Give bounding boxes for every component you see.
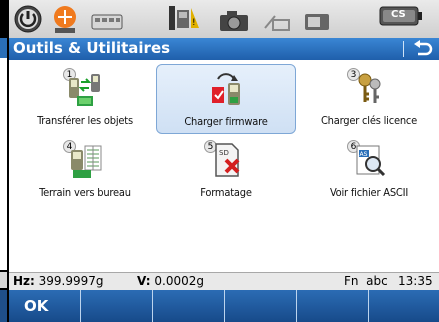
field-to-office-icon [71,145,102,178]
tile-label: Transférer les objets [37,114,133,127]
tile-label: Charger firmware [184,115,268,128]
v-label: V: [137,274,151,288]
fn-indicator: Fn abc [344,274,388,288]
softkey-f4[interactable] [225,290,297,322]
card-icon[interactable] [303,10,333,32]
info-bar: Hz: 399.9997g V: 0.0002g Fn abc 13:35 [9,272,439,291]
status-bar: ! CS [9,0,439,39]
v-value: 0.0002g [154,274,204,288]
svg-text:AS: AS [360,151,368,158]
v-readout: V: 0.0002g [137,274,204,288]
title-bar: Outils & Utilitaires [9,38,439,60]
ascii-file-icon: AS [356,145,386,177]
left-edge-infobar [0,272,7,288]
screen: ! CS Outils & Utilitaires 1 Transférer l… [9,0,439,322]
hz-label: Hz: [13,274,35,288]
tile-label: Charger clés licence [320,114,418,127]
transfer-objects-icon [69,74,100,106]
softkey-f3[interactable] [153,290,225,322]
power-icon[interactable] [13,4,43,34]
svg-text:SD: SD [219,149,229,157]
tile-label: Voir fichier ASCII [329,186,409,199]
tools-grid: 1 Transférer les objets Charger firmware… [9,60,439,272]
keyboard-icon[interactable] [91,14,123,30]
camera-icon[interactable] [219,10,249,32]
tile-ascii-file[interactable]: 6 AS Voir fichier ASCII [299,136,439,206]
softkey-f6[interactable] [369,290,439,322]
tile-label: Formatage [200,186,252,199]
left-edge [0,0,9,322]
tile-load-firmware[interactable]: Charger firmware [156,64,296,134]
station-icon[interactable]: ! [167,4,201,34]
battery-icon: CS [379,6,423,26]
tile-transfer-objects[interactable]: 1 Transférer les objets [15,64,155,134]
softkey-bar: OK [9,290,439,322]
satellite-icon[interactable] [49,4,81,34]
radio-icon[interactable] [261,10,291,32]
back-icon[interactable] [411,39,433,59]
left-edge-titlebar [0,38,7,58]
hz-readout: Hz: 399.9997g [13,274,104,288]
title-separator [403,41,404,57]
tile-field-to-office[interactable]: 4 Terrain vers bureau [15,136,155,206]
svg-text:!: ! [192,18,196,28]
tile-format[interactable]: 5 SD Formatage [156,136,296,206]
ok-softkey[interactable]: OK [9,290,81,322]
left-edge-content [0,58,7,270]
format-icon: SD [215,143,240,177]
battery-label: CS [391,9,406,20]
left-edge-softkeys [0,290,7,322]
hz-value: 399.9997g [38,274,104,288]
clock: 13:35 [398,274,433,288]
softkey-f2[interactable] [81,290,153,322]
page-title: Outils & Utilitaires [13,39,171,57]
softkey-f5[interactable] [297,290,369,322]
tile-license-keys[interactable]: 3 Charger clés licence [299,64,439,134]
tile-label: Terrain vers bureau [39,186,131,199]
load-firmware-icon [212,73,240,105]
license-keys-icon [358,73,381,103]
